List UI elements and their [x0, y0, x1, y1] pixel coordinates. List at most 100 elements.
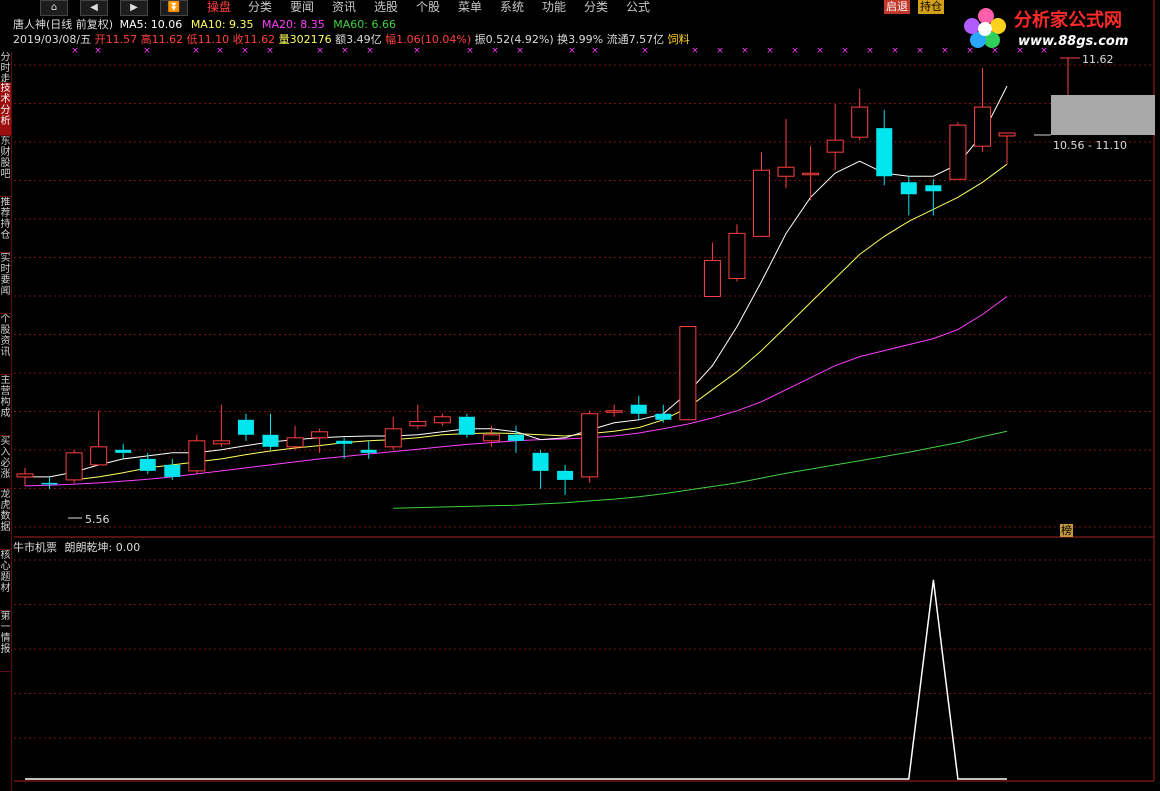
- candle-body: [753, 169, 770, 237]
- candle-body: [458, 416, 475, 435]
- candle-body: [41, 482, 58, 485]
- candle: [998, 132, 1016, 165]
- signal-marker: ×: [1016, 46, 1024, 56]
- candle-body: [139, 458, 156, 471]
- candle-body: [115, 449, 132, 453]
- candle-body: [532, 452, 549, 471]
- candle: [188, 434, 206, 474]
- candle-body: [164, 464, 181, 477]
- candle: [973, 68, 991, 153]
- signal-marker: ×: [591, 46, 599, 56]
- candle: [384, 416, 402, 450]
- price-chart[interactable]: × × × × × × × × × × × × × × × × × × × × × × × × × × × × × × × ×: [0, 0, 1160, 791]
- ma10-line: [74, 163, 1008, 481]
- candle: [409, 404, 427, 429]
- candle-body: [826, 139, 844, 153]
- candle-body: [237, 419, 254, 435]
- candle-body: [900, 182, 917, 195]
- low-marker-label: 5.56: [85, 513, 110, 526]
- signal-marker: ×: [941, 46, 949, 56]
- candle: [925, 179, 942, 216]
- signal-marker: ×: [94, 46, 102, 56]
- candle: [311, 428, 329, 453]
- candle-body: [384, 428, 402, 448]
- signal-marker: ×: [641, 46, 649, 56]
- signal-marker: ×: [691, 46, 699, 56]
- candle-body: [777, 166, 795, 177]
- signal-marker: ×: [316, 46, 324, 56]
- candle: [851, 89, 869, 141]
- candle: [237, 413, 254, 441]
- signal-marker: ×: [741, 46, 749, 56]
- candle: [605, 404, 623, 417]
- signal-marker: ×: [866, 46, 874, 56]
- candle-body: [630, 404, 647, 414]
- candle: [557, 464, 574, 495]
- signal-marker: ×: [192, 46, 200, 56]
- candle: [703, 242, 721, 298]
- candle-body: [508, 434, 524, 441]
- candle: [164, 458, 181, 480]
- signal-marker: ×: [71, 46, 79, 56]
- high-marker-label: 11.62: [1082, 53, 1114, 66]
- candle-body: [262, 434, 279, 447]
- candle: [16, 467, 34, 486]
- candle-body: [286, 437, 304, 448]
- indicator-line: [25, 579, 1007, 780]
- candle-body: [728, 232, 746, 279]
- candle-body: [973, 106, 991, 147]
- signal-marker: ×: [841, 46, 849, 56]
- signal-marker: ×: [366, 46, 374, 56]
- signal-marker: ×: [491, 46, 499, 56]
- candle: [90, 410, 108, 466]
- candle-body: [188, 440, 206, 472]
- candle: [728, 224, 746, 282]
- candle: [433, 413, 451, 426]
- ma20-line: [24, 296, 1008, 487]
- candle-body: [581, 413, 599, 478]
- candle-body: [998, 132, 1016, 137]
- candle-body: [336, 440, 353, 444]
- candle: [876, 110, 893, 186]
- signal-marker: ×: [241, 46, 249, 56]
- candle: [655, 404, 672, 423]
- candle: [65, 449, 83, 483]
- signal-marker: ×: [143, 46, 151, 56]
- candle: [532, 449, 549, 489]
- candle-body: [655, 413, 672, 420]
- candle: [458, 413, 475, 438]
- signal-marker: ×: [991, 46, 999, 56]
- signal-marker: ×: [816, 46, 824, 56]
- candle: [949, 122, 967, 180]
- signal-marker: ×: [966, 46, 974, 56]
- candle-body: [90, 446, 108, 466]
- signal-marker: ×: [568, 46, 576, 56]
- candle: [581, 410, 599, 483]
- candle: [286, 425, 304, 450]
- candle-body: [65, 452, 83, 481]
- candle: [508, 425, 524, 453]
- signal-marker: ×: [466, 46, 474, 56]
- indicator-header: 牛市机票 朗朗乾坤: 0.00: [13, 541, 140, 554]
- signal-marker: ×: [716, 46, 724, 56]
- candle: [139, 452, 156, 474]
- candle: [826, 104, 844, 171]
- signal-marker: ×: [891, 46, 899, 56]
- candle-body: [212, 440, 230, 445]
- candle-body: [703, 259, 721, 298]
- candle: [262, 413, 279, 450]
- indicator-value: 朗朗乾坤: 0.00: [64, 541, 141, 554]
- candle-body: [679, 326, 697, 421]
- signal-marker: ×: [341, 46, 349, 56]
- signal-marker: ×: [216, 46, 224, 56]
- signal-marker: ×: [413, 46, 421, 56]
- ranking-badge[interactable]: 榜: [1060, 524, 1073, 537]
- candle-body: [16, 473, 34, 478]
- candle: [900, 176, 917, 216]
- signal-marker: ×: [516, 46, 524, 56]
- candle: [753, 152, 770, 237]
- candle-body: [851, 106, 869, 138]
- signal-marker: ×: [766, 46, 774, 56]
- candle-body: [802, 172, 820, 176]
- candle-body: [925, 185, 942, 192]
